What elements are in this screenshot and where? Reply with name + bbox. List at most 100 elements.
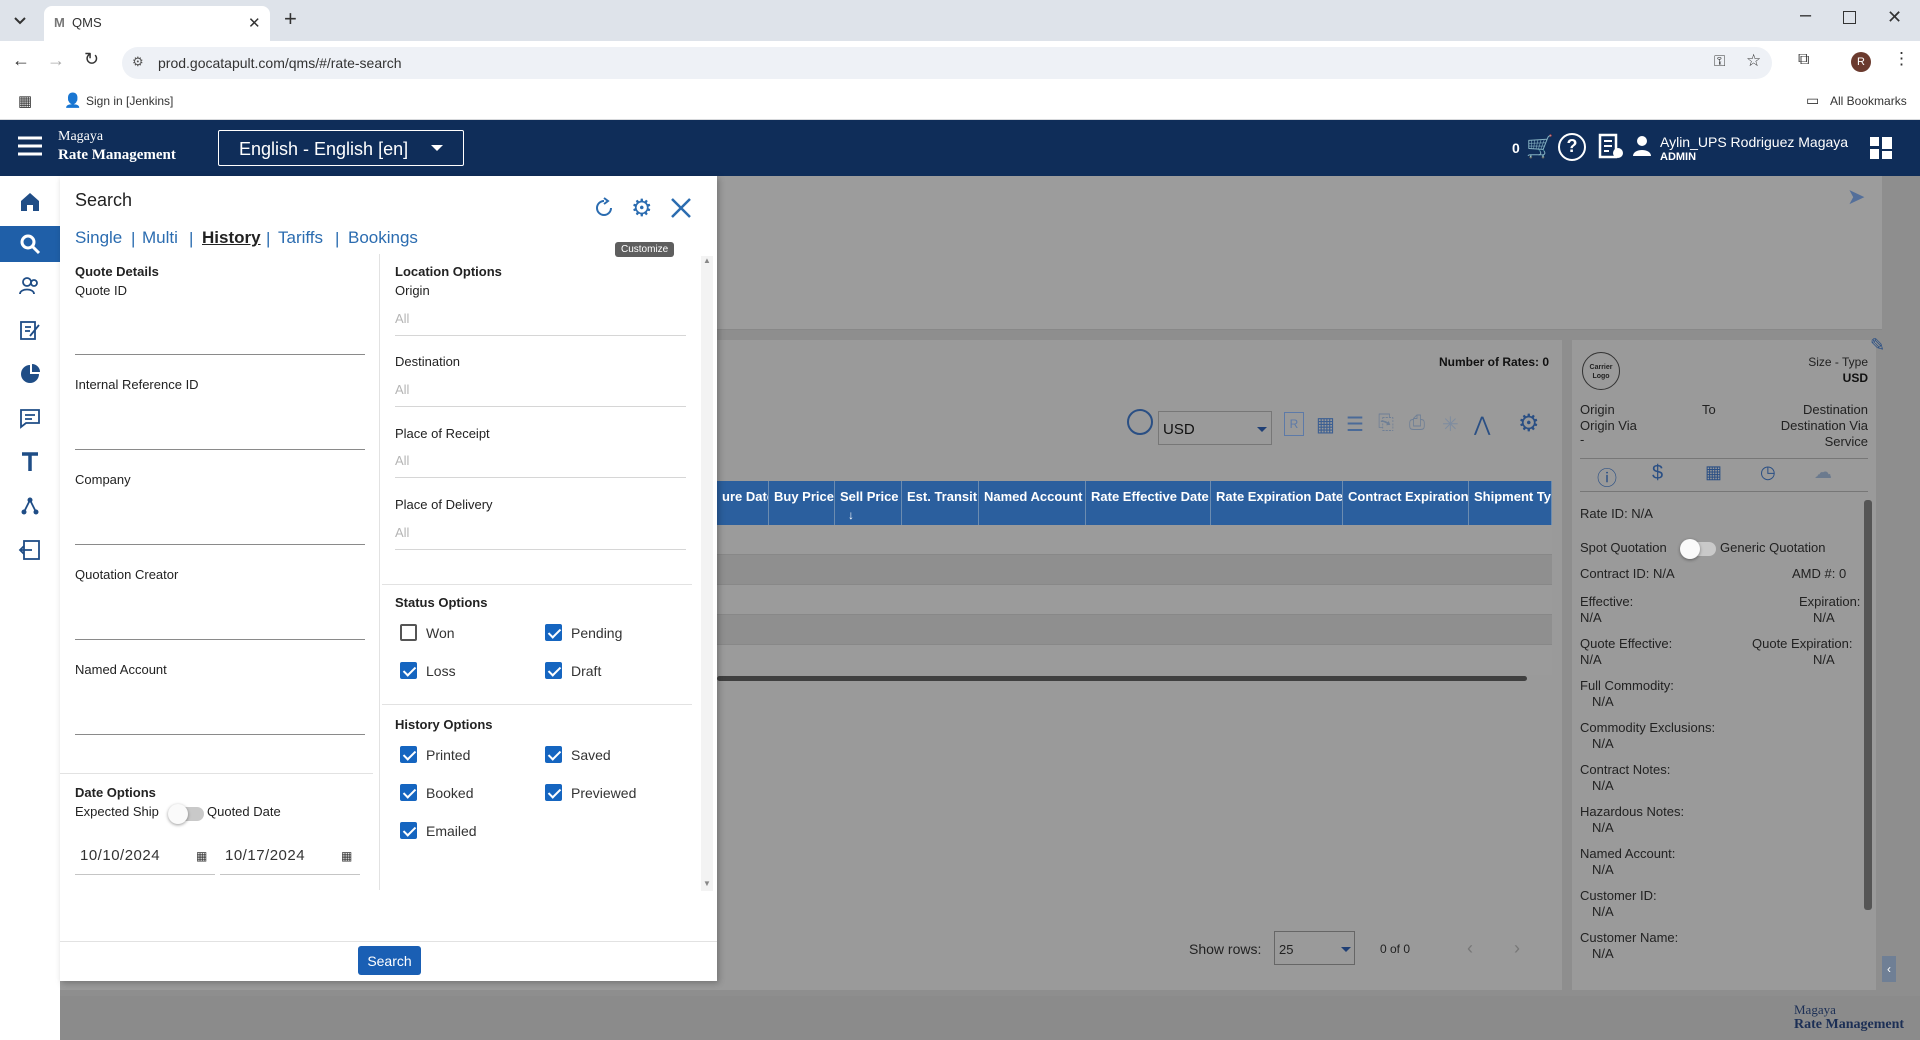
app-grid-icon[interactable] bbox=[1870, 137, 1892, 159]
scroll-up-icon[interactable]: ▲ bbox=[703, 256, 711, 265]
col-header[interactable]: Contract Expiration bbox=[1343, 481, 1469, 525]
search-button[interactable]: Search bbox=[358, 946, 421, 975]
calendar-icon[interactable]: ▦ bbox=[341, 849, 352, 863]
nav-network-icon[interactable] bbox=[0, 488, 60, 524]
back-icon[interactable]: ← bbox=[12, 50, 30, 71]
quotation-type-toggle[interactable] bbox=[1680, 539, 1716, 559]
new-tab-icon[interactable]: + bbox=[284, 6, 297, 32]
col-header[interactable]: Shipment Ty bbox=[1469, 481, 1552, 525]
saved-checkbox[interactable] bbox=[545, 746, 562, 763]
password-key-icon[interactable]: ⚿ bbox=[1714, 53, 1725, 70]
tab-tariffs[interactable]: Tariffs bbox=[278, 228, 323, 248]
url-text[interactable]: prod.gocatapult.com/qms/#/rate-search bbox=[158, 55, 402, 71]
table-horizontal-scrollbar[interactable] bbox=[717, 676, 1527, 681]
col-header[interactable]: Est. Transit bbox=[902, 481, 979, 525]
cart-icon[interactable]: 🛒 bbox=[1526, 134, 1553, 160]
calendar-icon[interactable]: ▦ bbox=[1705, 462, 1722, 483]
reload-icon[interactable]: ↻ bbox=[84, 49, 99, 70]
named-account-input[interactable] bbox=[75, 734, 365, 735]
col-header[interactable]: Named Account bbox=[979, 481, 1086, 525]
profile-avatar[interactable]: R bbox=[1851, 52, 1871, 72]
draft-checkbox[interactable] bbox=[545, 662, 562, 679]
browser-menu-icon[interactable]: ⋮ bbox=[1893, 49, 1910, 69]
tab-single[interactable]: Single bbox=[75, 228, 122, 248]
nav-search-icon[interactable] bbox=[0, 226, 60, 262]
loss-checkbox[interactable] bbox=[400, 662, 417, 679]
settings-gear-icon[interactable]: ⚙ bbox=[1518, 409, 1540, 438]
prev-page-icon[interactable]: ‹ bbox=[1467, 938, 1473, 959]
col-header[interactable]: Rate Effective Date bbox=[1086, 481, 1211, 525]
nav-pie-chart-icon[interactable] bbox=[0, 356, 60, 392]
language-select[interactable]: English - English [en] bbox=[218, 130, 464, 166]
grid-view-icon[interactable]: ▦ bbox=[1316, 412, 1335, 437]
tab-bookings[interactable]: Bookings bbox=[348, 228, 418, 248]
apps-grid-icon[interactable]: ▦ bbox=[18, 92, 32, 110]
place-of-delivery-input[interactable]: All bbox=[395, 525, 409, 540]
previewed-checkbox[interactable] bbox=[545, 784, 562, 801]
omnibox[interactable]: ⚙ prod.gocatapult.com/qms/#/rate-search … bbox=[122, 47, 1772, 79]
magic-wand-icon[interactable]: ✳ bbox=[1442, 412, 1459, 437]
cloud-download-icon[interactable]: ☁ bbox=[1814, 462, 1832, 483]
site-info-icon[interactable]: ⚙ bbox=[132, 54, 144, 70]
browser-tab[interactable]: M QMS ✕ bbox=[44, 6, 270, 41]
tab-multi[interactable]: Multi bbox=[142, 228, 178, 248]
nav-messages-icon[interactable] bbox=[0, 400, 60, 436]
minimize-icon[interactable]: – bbox=[1800, 4, 1811, 27]
details-scrollbar[interactable] bbox=[1864, 500, 1872, 910]
print-icon[interactable]: ⎙ bbox=[1409, 412, 1425, 435]
clock-icon[interactable]: ◷ bbox=[1760, 462, 1776, 483]
user-name[interactable]: Aylin_UPS Rodriguez Magaya bbox=[1660, 134, 1848, 150]
emailed-checkbox[interactable] bbox=[400, 822, 417, 839]
network-icon[interactable]: ⋀ bbox=[1474, 412, 1490, 437]
from-date-input[interactable]: 10/10/2024 bbox=[80, 847, 160, 864]
booked-checkbox[interactable] bbox=[400, 784, 417, 801]
nav-home-icon[interactable] bbox=[0, 184, 60, 220]
hamburger-menu-icon[interactable] bbox=[16, 134, 44, 158]
rows-per-page-select[interactable]: 25 bbox=[1274, 931, 1355, 965]
calendar-icon[interactable]: ▦ bbox=[196, 849, 207, 863]
quote-id-input[interactable] bbox=[75, 354, 365, 355]
info-icon[interactable]: ⓘ bbox=[1597, 462, 1617, 491]
export-icon[interactable]: ⎘ bbox=[1378, 412, 1394, 435]
collapse-panel-icon[interactable]: ‹ bbox=[1882, 956, 1896, 982]
company-input[interactable] bbox=[75, 544, 365, 545]
forward-icon[interactable]: → bbox=[47, 50, 65, 71]
to-date-input[interactable]: 10/17/2024 bbox=[225, 847, 305, 864]
notes-info-icon[interactable] bbox=[1598, 133, 1624, 161]
bookmark-star-icon[interactable]: ☆ bbox=[1746, 51, 1761, 71]
bookmark-jenkins[interactable]: Sign in [Jenkins] bbox=[86, 94, 173, 108]
scroll-down-icon[interactable]: ▼ bbox=[703, 879, 711, 888]
pending-checkbox[interactable] bbox=[545, 624, 562, 641]
currency-globe-icon[interactable] bbox=[1127, 409, 1153, 435]
all-bookmarks[interactable]: All Bookmarks bbox=[1830, 94, 1907, 108]
reset-icon[interactable] bbox=[593, 197, 615, 219]
restore-icon[interactable] bbox=[1843, 11, 1856, 24]
col-header[interactable]: Rate Expiration Date bbox=[1211, 481, 1343, 525]
close-icon[interactable] bbox=[669, 196, 693, 220]
nav-contacts-icon[interactable] bbox=[0, 268, 60, 304]
printed-checkbox[interactable] bbox=[400, 746, 417, 763]
won-checkbox[interactable] bbox=[400, 624, 417, 641]
nav-edit-document-icon[interactable] bbox=[0, 312, 60, 348]
dollar-icon[interactable]: $ bbox=[1652, 462, 1663, 485]
col-header[interactable]: Sell Price bbox=[835, 481, 902, 525]
close-tab-icon[interactable]: ✕ bbox=[248, 14, 261, 32]
internal-reference-id-input[interactable] bbox=[75, 449, 365, 450]
help-icon[interactable]: ? bbox=[1558, 133, 1586, 161]
date-type-toggle[interactable] bbox=[168, 804, 204, 824]
customize-gear-icon[interactable]: ⚙ bbox=[631, 194, 653, 223]
panel-scrollbar[interactable]: ▲ ▼ bbox=[701, 256, 713, 891]
col-header[interactable]: ure Date bbox=[717, 481, 769, 525]
col-header[interactable]: Buy Price bbox=[769, 481, 835, 525]
close-window-icon[interactable]: ✕ bbox=[1887, 7, 1902, 28]
edit-icon[interactable]: ✎ bbox=[1870, 335, 1885, 356]
destination-input[interactable]: All bbox=[395, 382, 409, 397]
tab-search-chevron-icon[interactable] bbox=[10, 10, 30, 30]
origin-input[interactable]: All bbox=[395, 311, 409, 326]
next-page-icon[interactable]: › bbox=[1514, 938, 1520, 959]
sort-list-icon[interactable]: ☰ bbox=[1346, 412, 1364, 437]
quotation-creator-input[interactable] bbox=[75, 639, 365, 640]
r-filter-icon[interactable]: R bbox=[1284, 412, 1304, 436]
send-icon[interactable]: ➤ bbox=[1847, 184, 1865, 210]
nav-logout-icon[interactable] bbox=[0, 532, 60, 568]
